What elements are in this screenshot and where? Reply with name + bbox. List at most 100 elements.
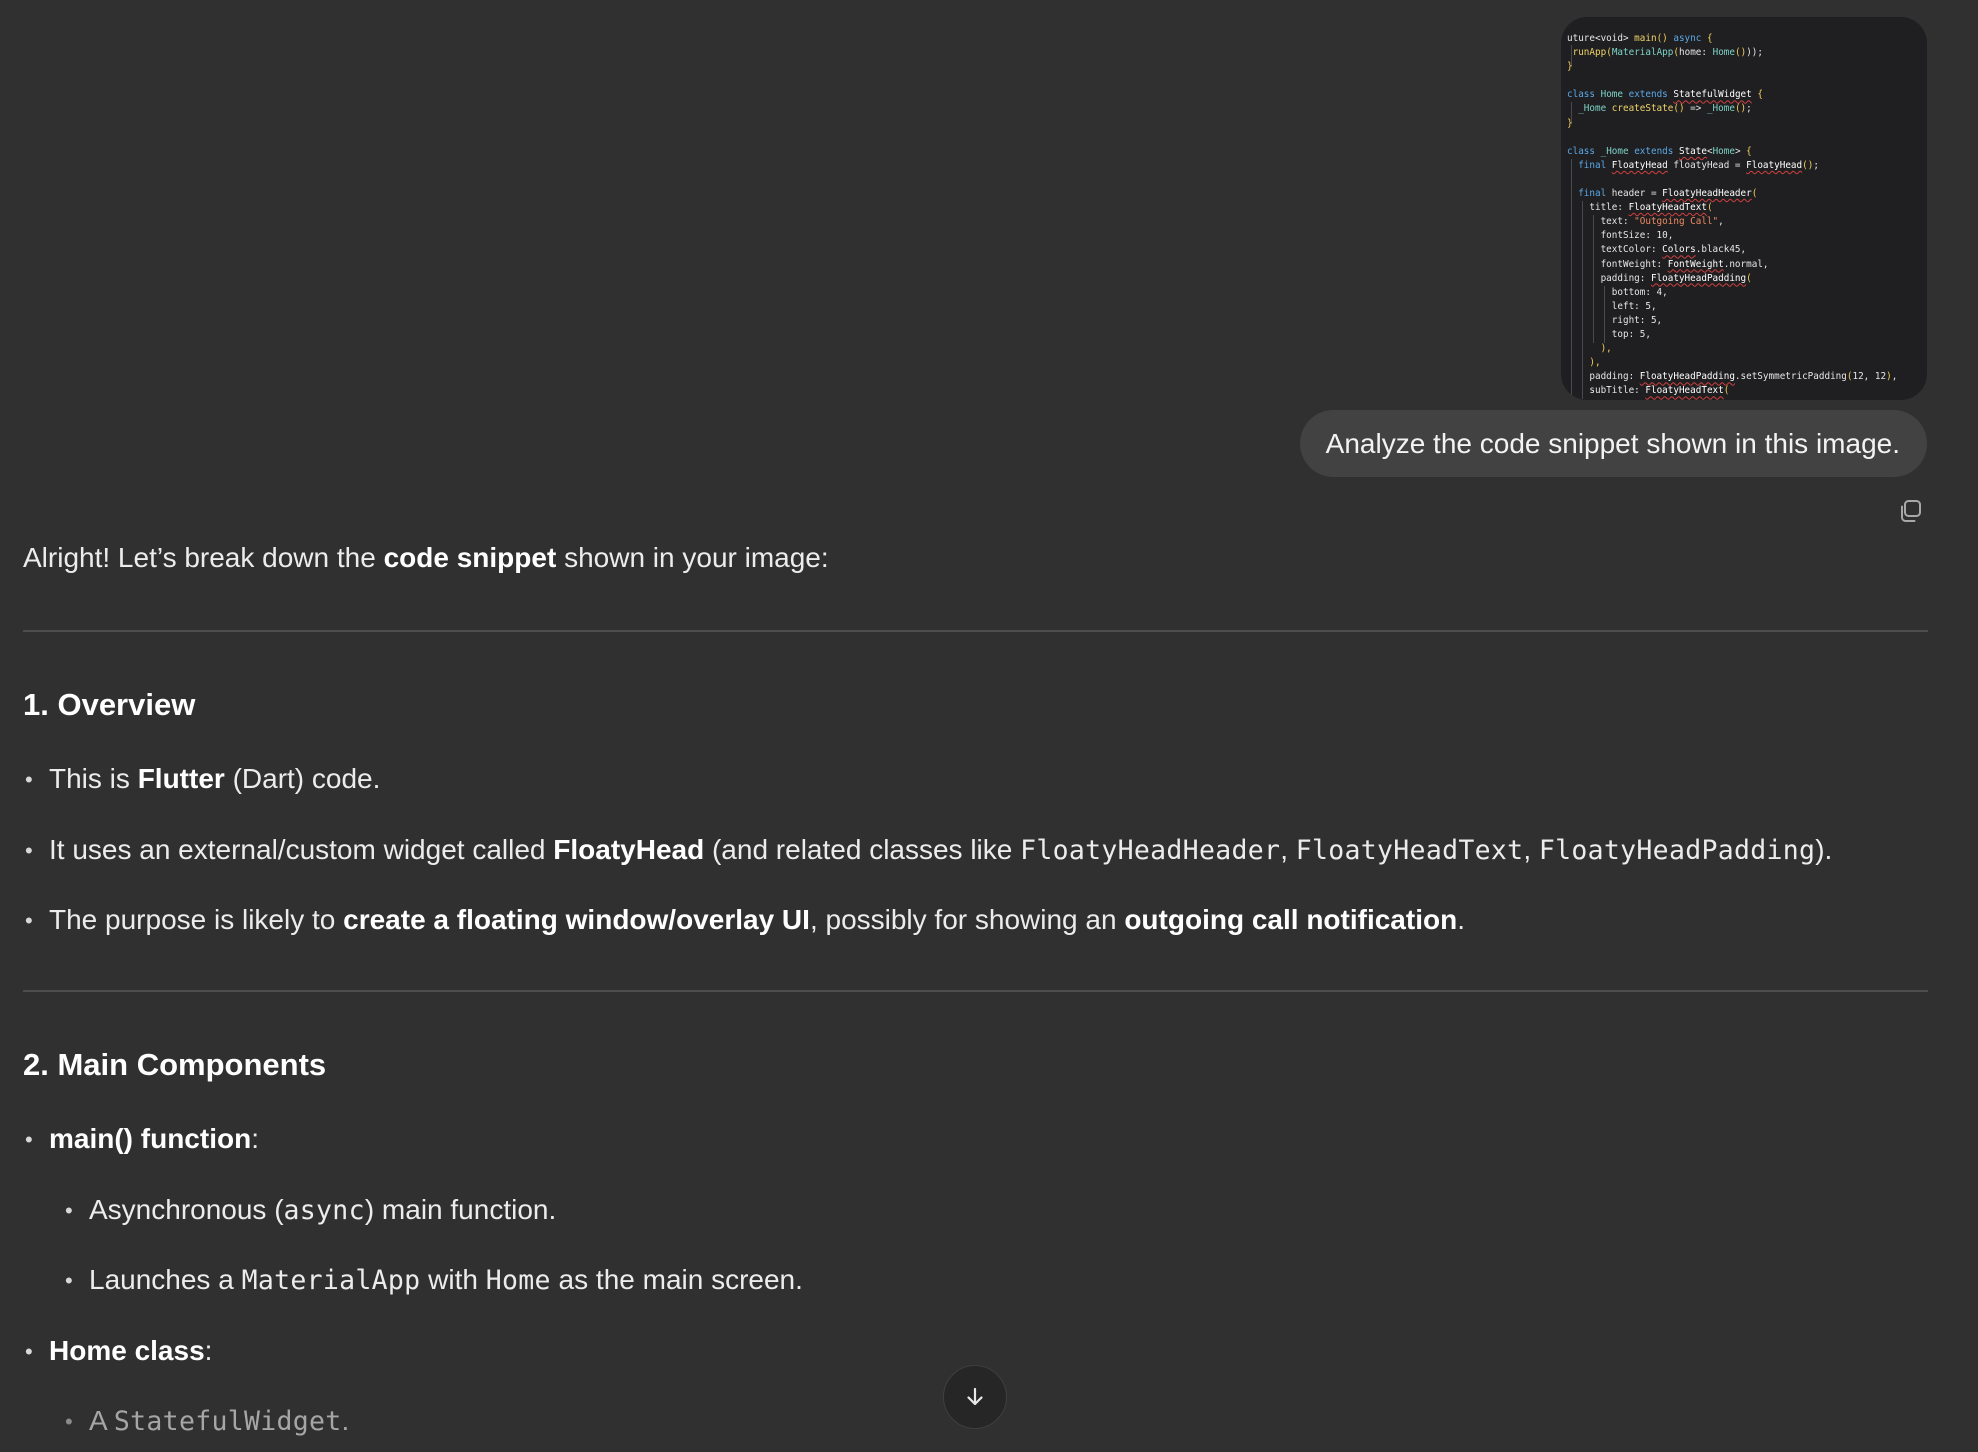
code-token: ()	[1734, 47, 1747, 59]
code-token: _Home	[1706, 103, 1735, 115]
code-token: =>	[1684, 103, 1707, 115]
scroll-down-button[interactable]	[943, 1365, 1007, 1429]
intro-text: Alright! Let’s break down the code snipp…	[23, 542, 829, 574]
code-line: fontSize: 10,	[1567, 229, 1897, 243]
code-token: padding:	[1567, 272, 1651, 284]
code-token: ,	[1891, 371, 1898, 383]
code-token: {	[1706, 33, 1713, 44]
code-token: ()	[1656, 33, 1668, 44]
list-item: • The purpose is likely to create a floa…	[25, 904, 1465, 936]
inline-code: FloatyHeadText	[1295, 835, 1524, 866]
code-line: right: 5,	[1567, 314, 1897, 328]
code-token: }	[1567, 117, 1573, 129]
code-token: .setSymmetricPadding	[1734, 371, 1847, 383]
code-line: subTitle: FloatyHeadText(	[1567, 384, 1897, 398]
code-token: ),	[1567, 343, 1612, 355]
code-token: floatyHead =	[1667, 159, 1747, 171]
list-item: • It uses an external/custom widget call…	[25, 834, 1833, 866]
code-line: class Home extends StatefulWidget {	[1567, 88, 1897, 102]
code-line: bottom: 4,	[1567, 286, 1897, 300]
item-text: It uses an external/custom widget called	[49, 834, 554, 865]
item-text: .	[1457, 904, 1465, 935]
code-line: text: "Outgoing Call",	[1567, 215, 1897, 229]
section-heading-overview: 1. Overview	[23, 687, 196, 722]
code-token: _Home	[1567, 103, 1612, 115]
item-text: ).	[1815, 834, 1833, 865]
code-token: class	[1567, 145, 1601, 157]
item-text: as the main screen.	[550, 1264, 803, 1295]
bullet: •	[25, 1339, 33, 1364]
code-line: final FloatyHead floatyHead = FloatyHead…	[1567, 159, 1897, 173]
code-token: >	[1734, 145, 1747, 157]
chat-page: uture<void> main() async { runApp(Materi…	[0, 0, 1978, 1452]
code-token: bottom: 4,	[1567, 286, 1668, 298]
attached-code-image[interactable]: uture<void> main() async { runApp(Materi…	[1561, 17, 1927, 400]
code-line: uture<void> main() async {	[1567, 32, 1897, 46]
item-text: with	[420, 1264, 486, 1295]
code-token: class	[1567, 89, 1601, 101]
code-token: FloatyHeadPadding	[1639, 371, 1735, 383]
list-item: • main() function:	[25, 1123, 259, 1155]
code-token: "Outgoing Call"	[1634, 216, 1719, 228]
code-token: 12, 12	[1852, 371, 1887, 383]
code-token: top: 5,	[1567, 328, 1651, 340]
inline-code: Home	[485, 1265, 551, 1296]
code-token: State	[1678, 145, 1707, 157]
code-token: StatefulWidget	[1673, 89, 1752, 101]
code-token: "8989898989"	[1634, 399, 1701, 400]
code-token: textColor:	[1567, 244, 1663, 256]
item-text: ,	[1280, 834, 1296, 865]
code-line: fontWeight: FontWeight.normal,	[1567, 258, 1897, 272]
bullet: •	[25, 908, 33, 933]
code-token: (	[1723, 385, 1730, 397]
inline-code: MaterialApp	[241, 1265, 421, 1296]
code-token: ;	[1813, 159, 1819, 171]
code-token: (	[1746, 272, 1752, 284]
code-token: FloatyHeadHeader	[1662, 188, 1752, 200]
item-bold: outgoing call notification	[1124, 904, 1458, 935]
section-heading-main-components: 2. Main Components	[23, 1047, 327, 1082]
code-token: FloatyHead	[1746, 159, 1803, 171]
intro-part: Alright! Let’s break down the	[23, 542, 384, 573]
item-text: .	[341, 1405, 350, 1436]
item-bold: FloatyHead	[553, 834, 705, 865]
copy-icon[interactable]	[1896, 497, 1924, 525]
item-bold: main() function	[49, 1123, 252, 1154]
code-token: FontWeight	[1667, 258, 1724, 270]
code-token: (	[1751, 188, 1758, 200]
item-text: A	[89, 1405, 114, 1436]
code-token: ()	[1802, 159, 1814, 171]
code-token: FloatyHead	[1611, 159, 1668, 171]
item-bold: Home class	[49, 1335, 205, 1366]
code-line: ),	[1567, 342, 1897, 356]
code-token: async	[1667, 33, 1707, 44]
item-text: ) main function.	[364, 1194, 557, 1225]
code-line: runApp(MaterialApp(home: Home()));	[1567, 46, 1897, 60]
code-token: subTitle:	[1567, 385, 1646, 397]
code-token: MaterialApp	[1611, 47, 1674, 59]
item-text: :	[204, 1335, 213, 1366]
code-token: Colors	[1662, 244, 1696, 256]
item-text: The purpose is likely to	[49, 904, 344, 935]
bullet: •	[65, 1268, 73, 1293]
code-token: .black45,	[1695, 244, 1747, 256]
code-token: right: 5,	[1567, 314, 1663, 326]
inline-code: FloatyHeadHeader	[1020, 835, 1281, 866]
code-token: fontSize: 10,	[1567, 230, 1674, 242]
user-message-text: Analyze the code snippet shown in this i…	[1325, 427, 1900, 459]
inline-code: FloatyHeadPadding	[1538, 835, 1816, 866]
divider	[23, 630, 1928, 632]
code-token: ;	[1746, 103, 1752, 115]
bullet: •	[25, 767, 33, 792]
item-text: (and related classes like	[704, 834, 1021, 865]
code-token: runApp	[1572, 47, 1607, 59]
code-token: extends	[1628, 89, 1674, 101]
item-text: Asynchronous (	[89, 1194, 284, 1225]
code-token: ),	[1567, 357, 1601, 369]
code-token: fontWeight:	[1567, 258, 1668, 270]
code-line: }	[1567, 117, 1897, 131]
code-line: left: 5,	[1567, 300, 1897, 314]
item-text: (Dart) code.	[224, 763, 381, 794]
intro-part: shown in your image:	[556, 542, 829, 573]
list-item: • A StatefulWidget.	[65, 1405, 350, 1437]
